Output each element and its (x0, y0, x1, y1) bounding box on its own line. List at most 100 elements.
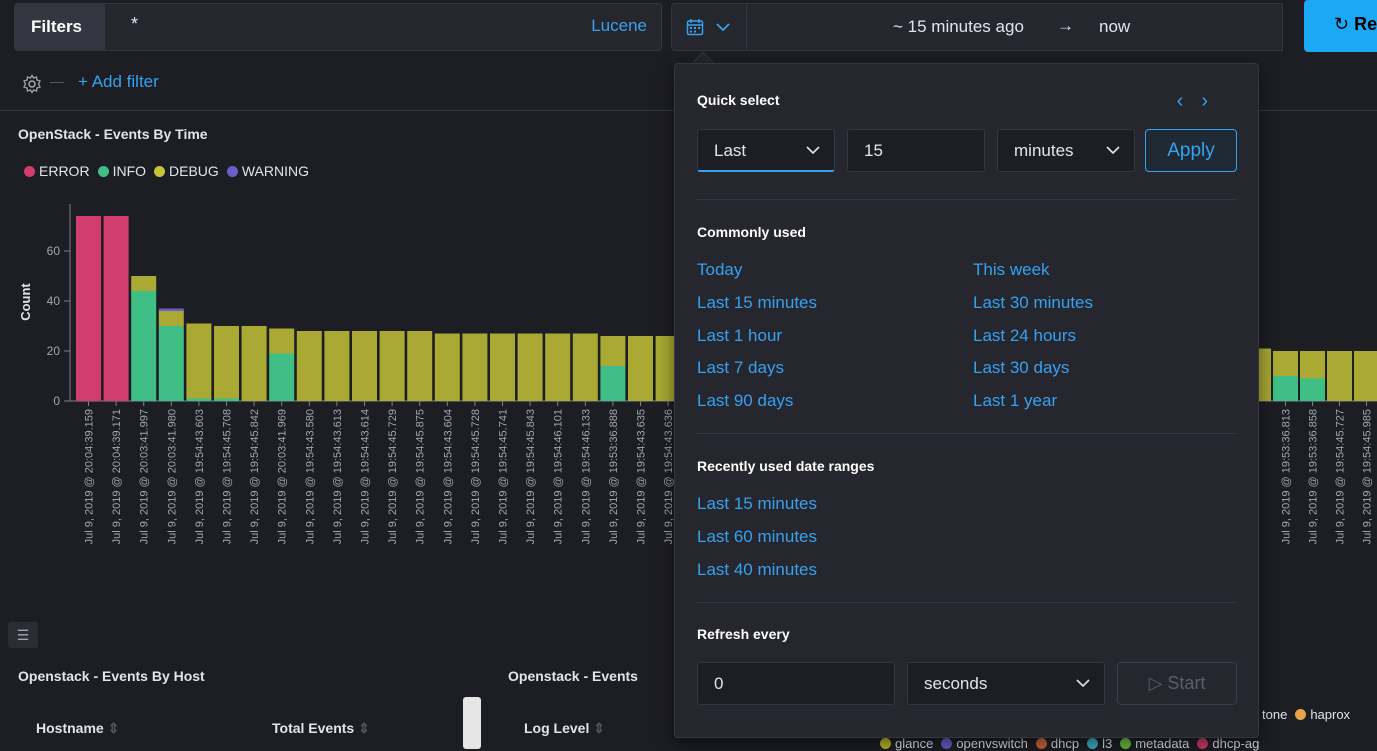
query-bar: Filters * Lucene ~ 15 minutes ago → now … (0, 0, 1377, 56)
quick-select-title: Quick select (697, 92, 780, 108)
x-tick-label: Jul 9, 2019 @ 20:03:41.980 (166, 409, 178, 544)
x-tick-label: Jul 9, 2019 @ 19:54:45.727 (1335, 409, 1347, 544)
query-input-container[interactable]: Filters * Lucene (14, 3, 662, 51)
x-tick-label: Jul 9, 2019 @ 20:04:39.171 (111, 409, 123, 544)
gear-icon[interactable] (22, 74, 42, 94)
legend-item-glance[interactable]: glance (880, 736, 933, 751)
legend-item-dhcp[interactable]: dhcp (1035, 736, 1079, 751)
sort-icon: ⇕ (358, 720, 370, 736)
filter-bar: + Add filter (0, 62, 660, 102)
commonly-used-link[interactable]: Today (697, 260, 742, 280)
legend-label: glance (895, 736, 934, 751)
x-tick-label: Jul 9, 2019 @ 19:54:45.985 (1362, 409, 1374, 544)
x-tick-label: Jul 9, 2019 @ 19:53:36.813 (1281, 409, 1293, 544)
bar-segment-info (269, 353, 295, 401)
bar-segment-debug (1273, 351, 1298, 376)
time-range-display[interactable]: ~ 15 minutes ago → now (747, 3, 1283, 51)
bar-segment-debug (158, 311, 184, 326)
refresh-unit-select[interactable]: seconds (907, 662, 1105, 705)
panel-scrollbar[interactable] (463, 697, 481, 749)
add-filter-button[interactable]: + Add filter (78, 72, 159, 92)
legend-label: dhcp-ag (1212, 736, 1260, 751)
commonly-used-link[interactable]: Last 90 days (697, 391, 793, 411)
apply-button[interactable]: Apply (1145, 129, 1237, 172)
recently-used-link[interactable]: Last 60 minutes (697, 527, 817, 547)
bar-segment-debug (296, 331, 322, 401)
chevron-down-icon (806, 146, 820, 155)
sort-icon: ⇕ (107, 720, 120, 736)
filters-label[interactable]: Filters (15, 4, 105, 50)
play-icon: ▷ (1148, 673, 1163, 693)
legend-item-l3[interactable]: l3 (1087, 736, 1112, 751)
quick-select-value-input[interactable]: 15 (847, 129, 985, 172)
commonly-used-link[interactable]: Last 15 minutes (697, 293, 817, 313)
column-header-label: Hostname (36, 720, 104, 736)
legend-dot-icon (880, 738, 891, 749)
bar-segment-debug (462, 333, 488, 401)
date-quick-menu-button[interactable] (671, 3, 747, 51)
legend-item-keystone[interactable]: tone (1262, 707, 1287, 722)
quick-select-direction[interactable]: Last (697, 129, 835, 172)
commonly-used-link[interactable]: Last 7 days (697, 358, 784, 378)
divider (697, 602, 1237, 603)
column-header-hostname[interactable]: Hostname ⇕ (36, 720, 119, 737)
query-language-toggle[interactable]: Lucene (591, 16, 647, 36)
refresh-every-title: Refresh every (697, 626, 790, 642)
query-input[interactable]: * (131, 14, 138, 35)
time-from[interactable]: ~ 15 minutes ago (893, 17, 1024, 37)
legend-item-dhcp-agent[interactable]: dhcp-ag (1197, 736, 1259, 751)
chart-legend: ERROR INFO DEBUG WARNING (24, 163, 309, 179)
bar-segment-debug (1327, 351, 1352, 401)
previous-icon[interactable]: ‹ (1177, 90, 1202, 112)
column-header-log-level[interactable]: Log Level ⇕ (524, 720, 605, 737)
commonly-used-link[interactable]: Last 1 year (973, 391, 1057, 411)
recently-used-link[interactable]: Last 15 minutes (697, 494, 817, 514)
next-icon[interactable]: › (1201, 90, 1226, 112)
commonly-used-link[interactable]: Last 1 hour (697, 326, 782, 346)
legend-dot-icon (1087, 738, 1099, 749)
commonly-used-link[interactable]: This week (973, 260, 1050, 280)
arrow-right-icon: → (1057, 16, 1074, 35)
bar-segment-debug (407, 331, 433, 401)
x-tick-label: Jul 9, 2019 @ 19:54:45.843 (525, 409, 537, 544)
bar-segment-info (186, 398, 212, 401)
x-tick-label: Jul 9, 2019 @ 19:54:43.603 (194, 409, 206, 544)
divider (697, 433, 1237, 434)
refresh-icon: ↻ (1334, 14, 1350, 34)
commonly-used-link[interactable]: Last 24 hours (973, 326, 1076, 346)
commonly-used-title: Commonly used (697, 224, 806, 240)
legend-item-debug[interactable]: DEBUG (154, 163, 219, 179)
list-icon[interactable]: ☰ (8, 622, 38, 648)
column-header-total-events[interactable]: Total Events ⇕ (272, 720, 370, 737)
quick-select-direction-value: Last (714, 141, 747, 160)
refresh-button[interactable]: ↻ Re (1304, 0, 1377, 52)
chevron-down-icon (1076, 679, 1090, 688)
legend-item-openvswitch[interactable]: openvswitch (941, 736, 1028, 751)
x-tick-label: Jul 9, 2019 @ 19:54:45.741 (498, 409, 510, 544)
x-tick-label: Jul 9, 2019 @ 19:54:46.101 (553, 409, 565, 544)
bar-segment-debug (214, 326, 239, 399)
bar-segment-info (214, 398, 239, 401)
time-to[interactable]: now (1099, 17, 1130, 37)
start-label: Start (1167, 673, 1206, 693)
legend-item-warning[interactable]: WARNING (226, 163, 309, 179)
commonly-used-link[interactable]: Last 30 days (973, 358, 1069, 378)
legend-item-error[interactable]: ERROR (24, 163, 90, 179)
x-tick-label: Jul 9, 2019 @ 19:54:43.613 (332, 409, 344, 544)
y-tick-label: 60 (47, 244, 61, 258)
legend-label: haprox (1310, 707, 1351, 722)
bar-segment-debug (352, 331, 377, 401)
legend-item-info[interactable]: INFO (97, 163, 146, 179)
quick-select-unit[interactable]: minutes (997, 129, 1135, 172)
commonly-used-link[interactable]: Last 30 minutes (973, 293, 1093, 313)
legend-dot-icon (1120, 738, 1132, 749)
start-refresh-button[interactable]: ▷ Start (1117, 662, 1237, 705)
bar-segment-info (131, 291, 157, 401)
refresh-interval-input[interactable]: 0 (697, 662, 895, 705)
date-picker-popover: Quick select ‹› Last 15 minutes Apply Co… (674, 63, 1259, 738)
legend-item-haproxy[interactable]: haprox (1295, 707, 1350, 722)
x-tick-label: Jul 9, 2019 @ 19:54:43.604 (442, 409, 454, 544)
legend-item-metadata[interactable]: metadata (1120, 736, 1189, 751)
recently-used-link[interactable]: Last 40 minutes (697, 560, 817, 580)
legend-label: ERROR (39, 163, 90, 179)
